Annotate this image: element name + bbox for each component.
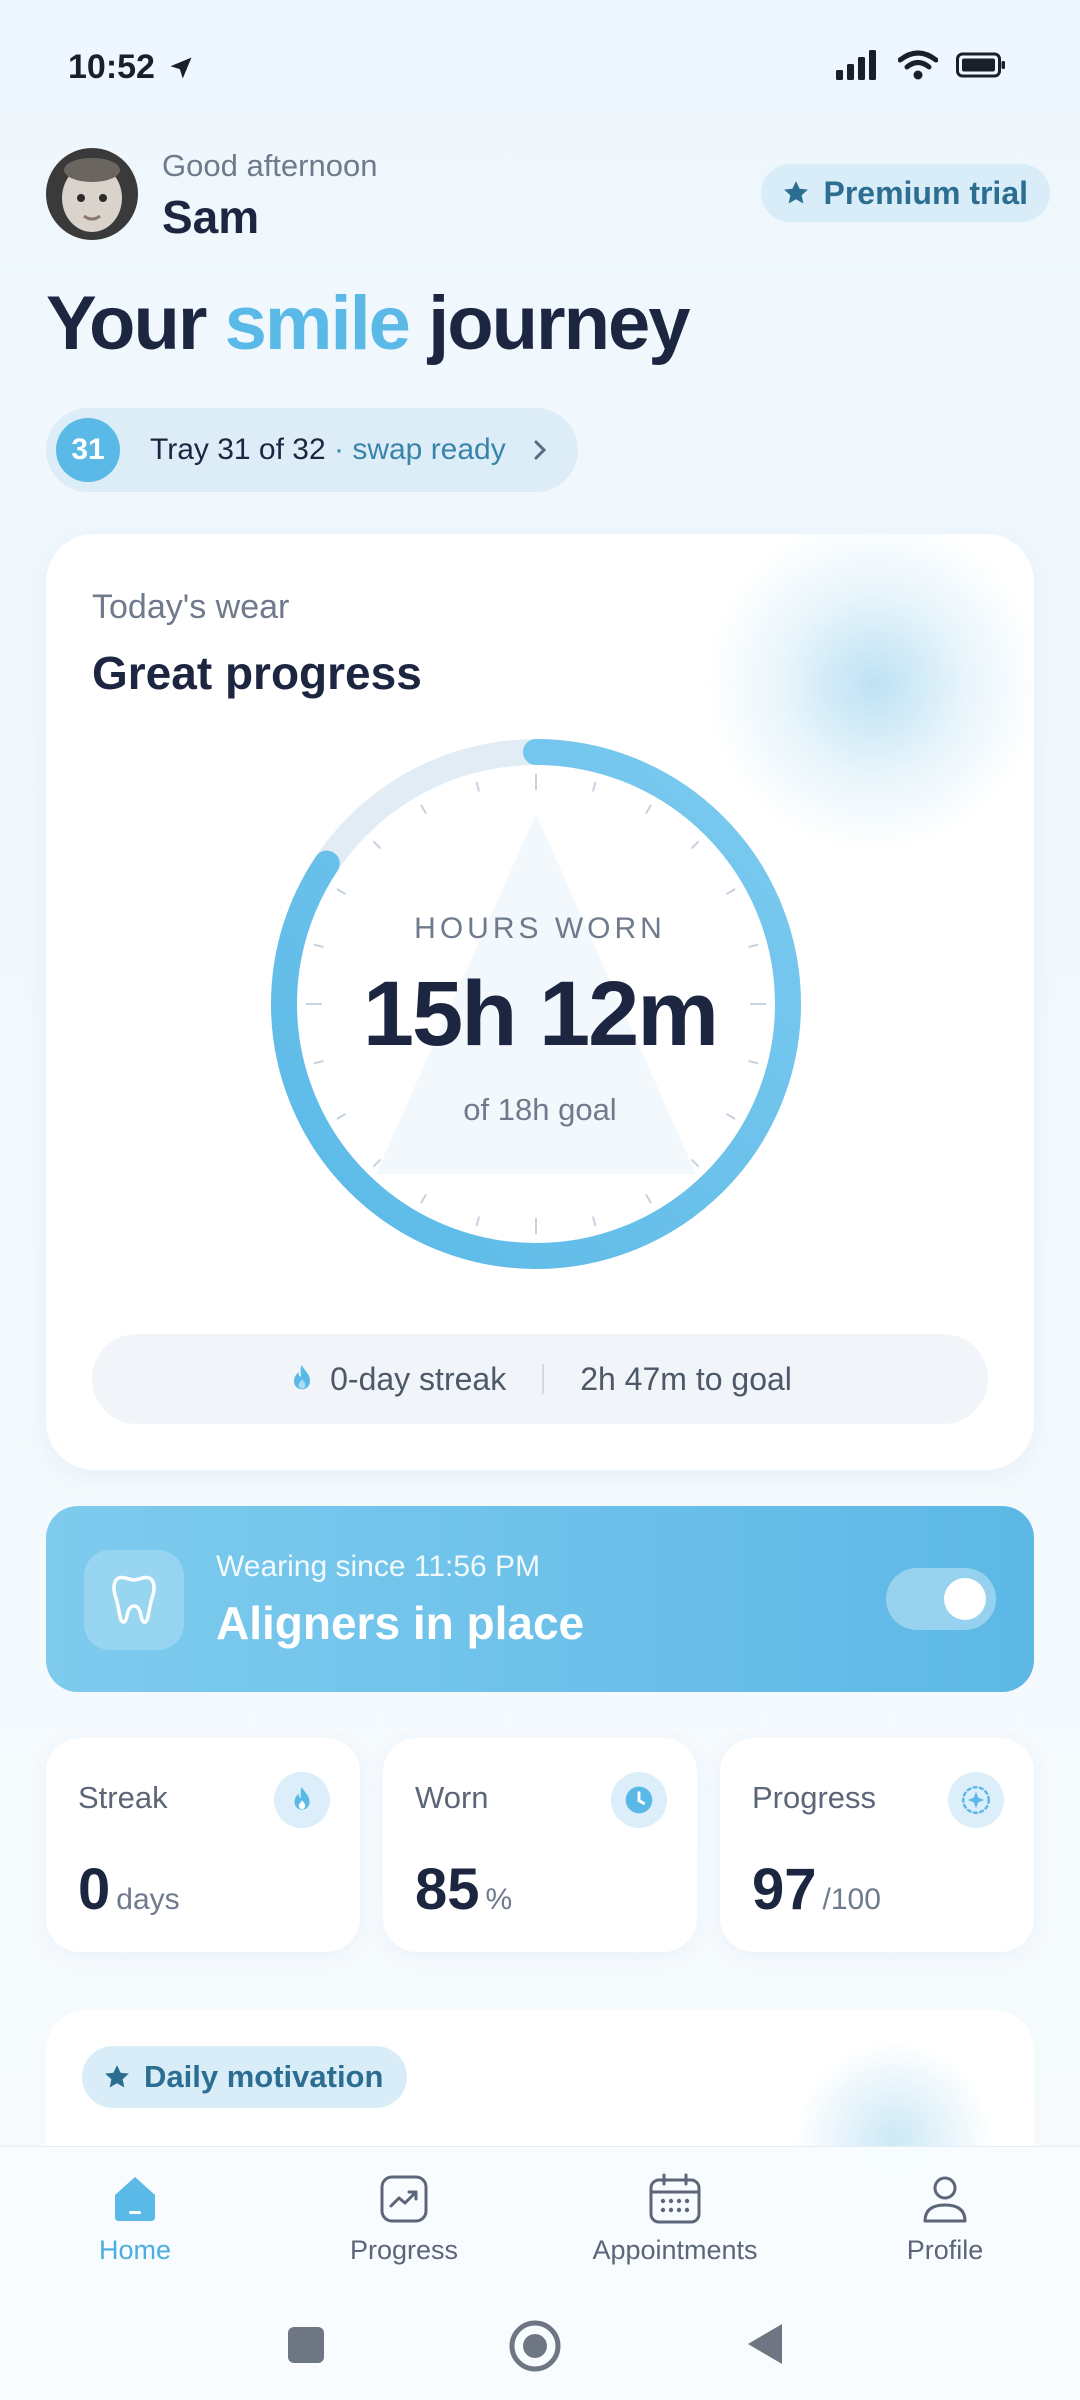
tray-count: Tray 31 of 32: [150, 433, 326, 466]
todays-wear-card: Today's wear Great progress HOURS WORN 1…: [46, 534, 1034, 1470]
streak-text: 0-day streak: [330, 1360, 507, 1397]
nav-label-home: Home: [98, 2235, 172, 2265]
status-icons: [836, 50, 1006, 80]
premium-trial-badge[interactable]: Premium trial: [761, 164, 1050, 222]
aligners-status-card: Wearing since 11:56 PM Aligners in place: [46, 1506, 1034, 1692]
ring-tick: [645, 1194, 652, 1204]
ring-tick: [475, 1216, 481, 1227]
metric-unit: %: [485, 1883, 513, 1916]
clock-icon: [611, 1772, 667, 1828]
home-button-icon[interactable]: [508, 2319, 562, 2373]
metric-value: 85: [415, 1857, 480, 1922]
daily-motivation-badge: Daily motivation: [82, 2046, 408, 2108]
user-name: Sam: [162, 191, 260, 243]
nav-item-appointments[interactable]: Appointments: [555, 2173, 795, 2266]
avatar-image-icon: [46, 148, 138, 240]
metric-value: 97: [752, 1857, 817, 1922]
metric-unit: days: [116, 1883, 180, 1916]
headline-part2: journey: [428, 281, 690, 366]
tray-swap-status: · swap ready: [334, 433, 506, 466]
to-goal-text: 2h 47m to goal: [580, 1360, 792, 1397]
signal-icon: [836, 50, 876, 80]
metric-card-progress[interactable]: Progress 97 /100: [720, 1738, 1034, 1952]
metric-card-streak[interactable]: Streak 0 days: [46, 1738, 360, 1952]
star-icon: [784, 181, 809, 204]
calendar-icon: [649, 2173, 701, 2224]
tray-status-pill[interactable]: 31 Tray 31 of 32 · swap ready: [46, 408, 578, 492]
daily-motivation-label: Daily motivation: [144, 2059, 384, 2094]
ring-tick: [591, 781, 597, 792]
user-icon: [923, 2176, 967, 2223]
wear-stats-strip: 0-day streak 2h 47m to goal: [92, 1334, 988, 1424]
system-navigation-bar: [0, 2313, 1080, 2383]
ring-tick: [420, 804, 427, 814]
metric-label: Progress: [752, 1780, 877, 1815]
ring-tick: [475, 781, 481, 792]
star-icon: [105, 2065, 129, 2088]
nav-item-profile[interactable]: Profile: [825, 2173, 1065, 2266]
ring-tick: [690, 840, 700, 850]
ring-tick: [645, 804, 652, 814]
ring-tick: [372, 840, 382, 850]
wearing-since-text: Wearing since 11:56 PM: [216, 1550, 541, 1583]
status-time-text: 10:52: [68, 48, 155, 86]
tray-number-badge: 31: [56, 418, 120, 482]
metric-label: Worn: [415, 1780, 489, 1815]
tray-text: Tray 31 of 32 · swap ready: [150, 433, 506, 467]
tooth-icon: [112, 1575, 156, 1624]
toggle-knob: [944, 1578, 986, 1620]
battery-icon: [956, 52, 1005, 78]
nav-item-progress[interactable]: Progress: [284, 2173, 524, 2266]
metric-value-group: 97 /100: [752, 1856, 881, 1923]
greeting-text: Good afternoon: [162, 148, 378, 183]
home-icon: [115, 2177, 155, 2221]
tooth-icon-box: [84, 1550, 184, 1650]
nav-item-home[interactable]: Home: [15, 2173, 255, 2266]
metric-value-group: 85 %: [415, 1856, 512, 1923]
nav-label-profile: Profile: [906, 2235, 984, 2265]
headline-part1: Your: [46, 281, 207, 366]
premium-trial-label: Premium trial: [823, 174, 1028, 211]
metric-unit: /100: [822, 1883, 881, 1916]
hours-worn-value: 15h 12m: [362, 963, 719, 1065]
divider: [542, 1364, 545, 1394]
back-button-icon[interactable]: [744, 2321, 786, 2367]
wear-title: Great progress: [92, 647, 422, 699]
ring-tick: [726, 888, 736, 895]
flame-icon: [274, 1772, 330, 1828]
ring-tick: [336, 888, 346, 895]
chart-icon: [380, 2175, 428, 2223]
wifi-icon: [898, 50, 938, 80]
metric-label: Streak: [78, 1780, 168, 1815]
wear-subtitle: Today's wear: [92, 588, 290, 626]
bottom-navigation: Home Progress Appointments Profile: [0, 2146, 1080, 2400]
metric-card-worn[interactable]: Worn 85 %: [383, 1738, 697, 1952]
goal-text: of 18h goal: [463, 1092, 617, 1127]
chevron-right-icon: [534, 440, 546, 460]
sparkle-icon: [948, 1772, 1004, 1828]
ring-label: HOURS WORN: [414, 912, 666, 945]
aligners-toggle[interactable]: [886, 1568, 996, 1630]
nav-label-progress: Progress: [349, 2235, 459, 2265]
ring-tick: [690, 1158, 700, 1168]
flame-icon: [294, 1365, 311, 1390]
status-bar-time: 10:52: [68, 48, 195, 87]
nav-label-appointments: Appointments: [592, 2235, 758, 2265]
aligners-status-title: Aligners in place: [216, 1597, 585, 1649]
location-arrow-icon: [170, 57, 192, 78]
ring-tick: [372, 1158, 382, 1168]
metric-value: 0: [78, 1857, 111, 1922]
avatar[interactable]: [46, 148, 138, 240]
headline-accent: smile: [224, 281, 411, 366]
recents-button-icon[interactable]: [286, 2325, 326, 2365]
ring-tick: [420, 1194, 427, 1204]
page-title: Your smile journey: [46, 280, 691, 367]
ring-tick: [591, 1216, 597, 1227]
metric-value-group: 0 days: [78, 1856, 180, 1923]
